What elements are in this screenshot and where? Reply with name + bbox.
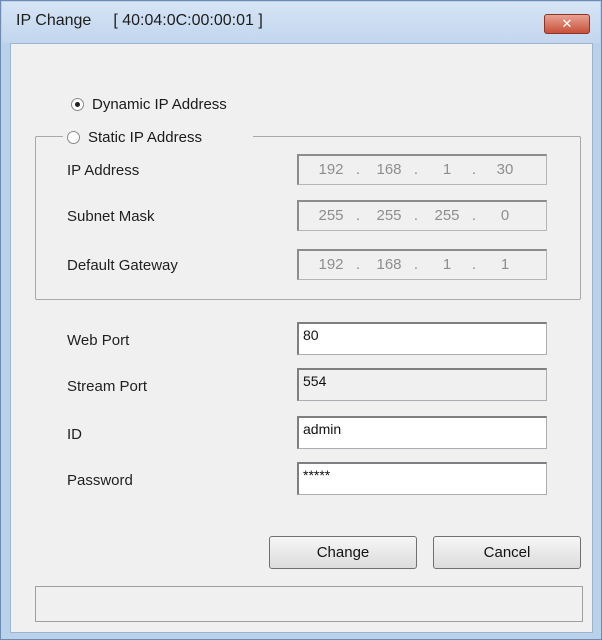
- gateway-octet-2: 168: [376, 256, 402, 273]
- subnet-mask-label: Subnet Mask: [67, 208, 155, 225]
- id-input[interactable]: admin: [297, 416, 547, 449]
- gateway-dot: .: [471, 256, 477, 273]
- dynamic-ip-radio[interactable]: [71, 98, 84, 111]
- change-button[interactable]: Change: [269, 536, 417, 569]
- dialog-body: Dynamic IP Address Static IP Address IP …: [10, 43, 593, 633]
- web-port-input[interactable]: 80: [297, 322, 547, 355]
- dynamic-ip-label: Dynamic IP Address: [92, 96, 227, 113]
- ip-octet-4: 30: [496, 161, 514, 178]
- window-title: IP Change [ 40:04:0C:00:00:01 ]: [16, 12, 263, 30]
- web-port-label: Web Port: [67, 332, 130, 349]
- static-ip-option[interactable]: Static IP Address: [67, 129, 202, 146]
- close-icon: ✕: [561, 16, 573, 31]
- static-ip-radio[interactable]: [67, 131, 80, 144]
- gateway-octet-4: 1: [500, 256, 510, 273]
- stream-port-label: Stream Port: [67, 378, 148, 395]
- ip-address-field[interactable]: 192 . 168 . 1 . 30: [297, 154, 547, 185]
- ip-dot: .: [355, 161, 361, 178]
- ip-dot: .: [471, 161, 477, 178]
- default-gateway-label: Default Gateway: [67, 257, 178, 274]
- ip-dot: .: [413, 161, 419, 178]
- password-label: Password: [67, 472, 133, 489]
- ip-octet-2: 168: [376, 161, 402, 178]
- subnet-octet-1: 255: [318, 207, 344, 224]
- gateway-dot: .: [355, 256, 361, 273]
- static-ip-label: Static IP Address: [88, 129, 202, 146]
- id-label: ID: [67, 426, 82, 443]
- title-label: IP Change: [16, 12, 92, 29]
- mac-address: [ 40:04:0C:00:00:01 ]: [113, 12, 263, 29]
- subnet-octet-4: 0: [500, 207, 510, 224]
- stream-port-input[interactable]: 554: [297, 368, 547, 401]
- gateway-octet-1: 192: [318, 256, 344, 273]
- ip-octet-3: 1: [442, 161, 452, 178]
- status-bar: [35, 586, 583, 622]
- subnet-octet-3: 255: [434, 207, 460, 224]
- close-button[interactable]: ✕: [544, 14, 590, 34]
- title-bar: IP Change [ 40:04:0C:00:00:01 ] ✕: [2, 2, 600, 43]
- ip-address-label: IP Address: [67, 162, 140, 179]
- cancel-button[interactable]: Cancel: [433, 536, 581, 569]
- ip-octet-1: 192: [318, 161, 344, 178]
- subnet-dot: .: [355, 207, 361, 224]
- gateway-octet-3: 1: [442, 256, 452, 273]
- ip-change-dialog: IP Change [ 40:04:0C:00:00:01 ] ✕ Dynamic…: [0, 0, 602, 640]
- password-input[interactable]: *****: [297, 462, 547, 495]
- subnet-octet-2: 255: [376, 207, 402, 224]
- gateway-dot: .: [413, 256, 419, 273]
- subnet-dot: .: [413, 207, 419, 224]
- subnet-mask-field[interactable]: 255 . 255 . 255 . 0: [297, 200, 547, 231]
- default-gateway-field[interactable]: 192 . 168 . 1 . 1: [297, 249, 547, 280]
- subnet-dot: .: [471, 207, 477, 224]
- dynamic-ip-option[interactable]: Dynamic IP Address: [71, 96, 227, 113]
